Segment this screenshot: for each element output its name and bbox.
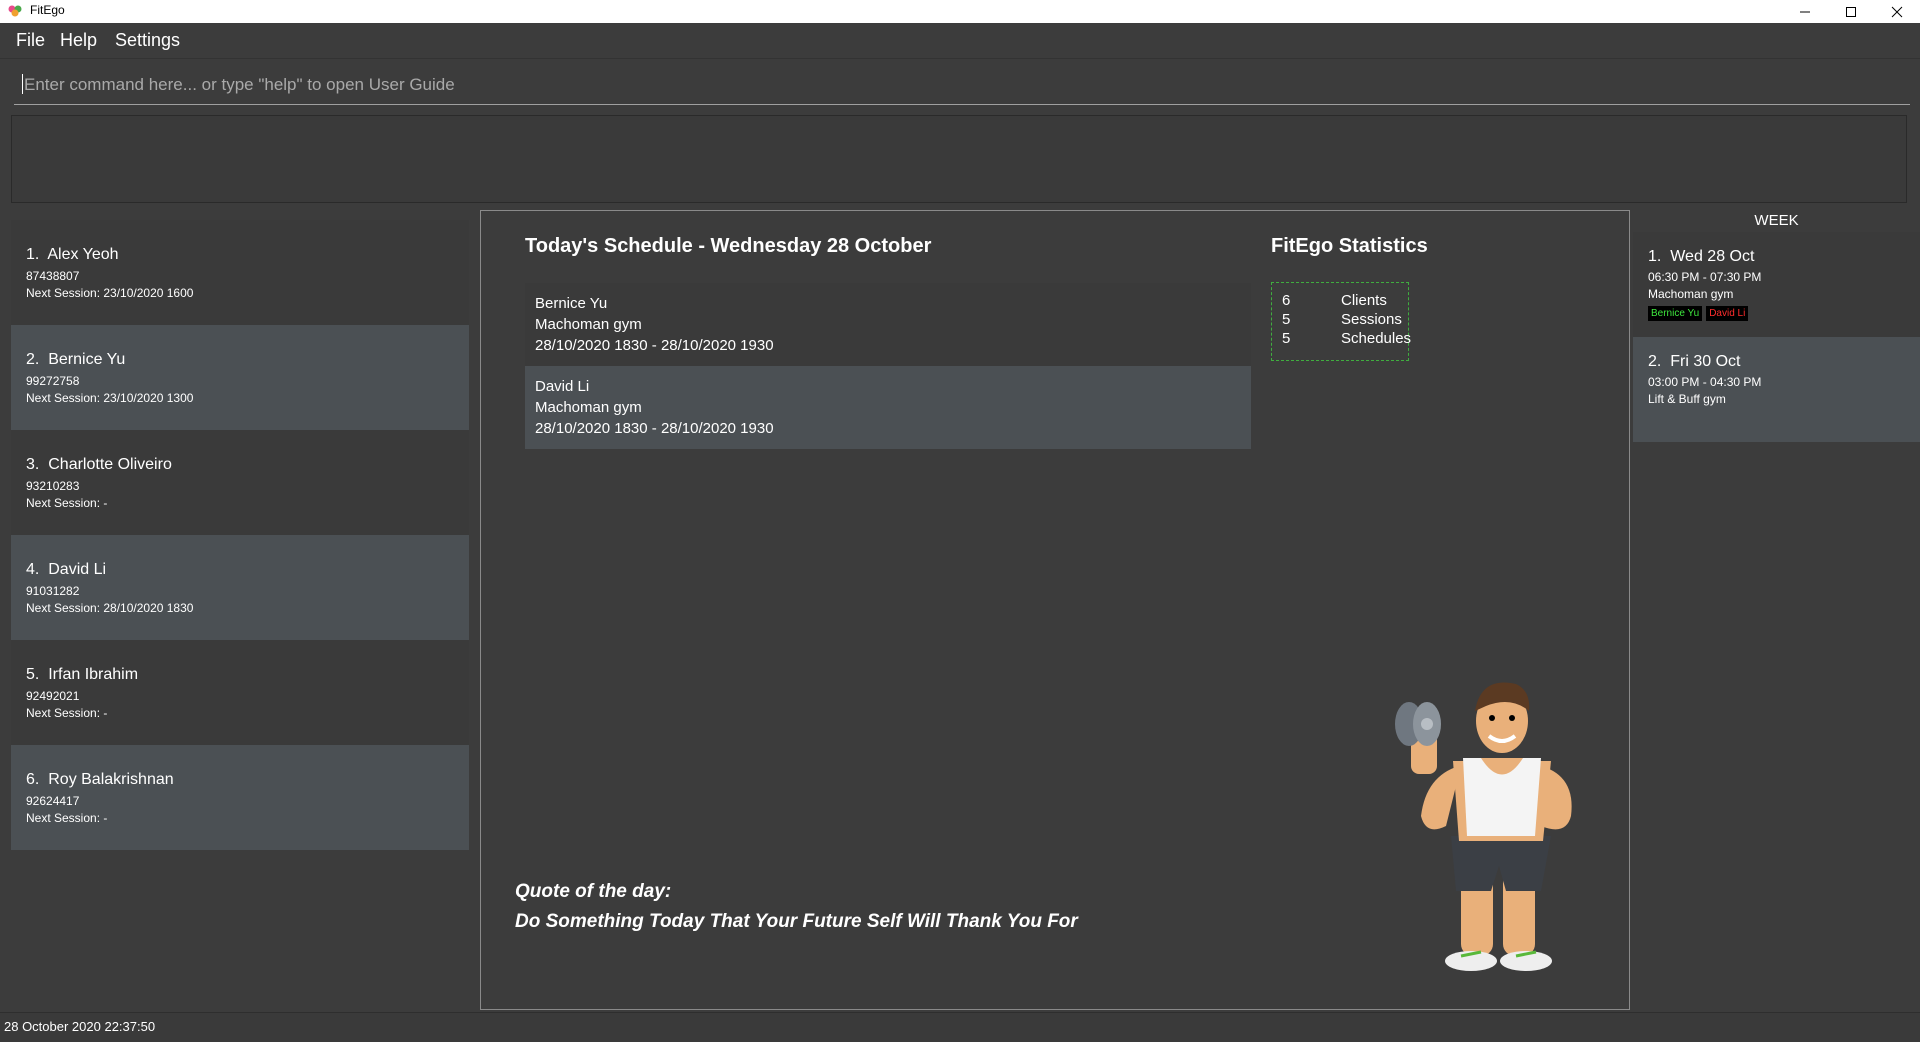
client-phone: 92492021 <box>26 689 80 703</box>
status-datetime: 28 October 2020 22:37:50 <box>4 1019 156 1034</box>
stat-value: 5 <box>1282 311 1291 328</box>
client-card[interactable]: 2. Bernice Yu 99272758 Next Session: 23/… <box>11 325 469 430</box>
week-gym: Machoman gym <box>1648 287 1734 301</box>
client-name: 3. Charlotte Oliveiro <box>26 456 172 473</box>
schedule-item[interactable]: Bernice Yu Machoman gym 28/10/2020 1830 … <box>525 283 1251 366</box>
stat-label: Sessions <box>1341 311 1402 328</box>
minimize-button[interactable] <box>1782 0 1828 23</box>
client-list[interactable]: 1. Alex Yeoh 87438807 Next Session: 23/1… <box>11 220 469 852</box>
week-panel[interactable]: WEEK 1. Wed 28 Oct 06:30 PM - 07:30 PM M… <box>1633 210 1920 1010</box>
stat-row: 6 Clients <box>1282 292 1408 311</box>
client-tag: Bernice Yu <box>1648 306 1703 321</box>
text-caret <box>22 74 23 94</box>
stats-box: 6 Clients 5 Sessions 5 Schedules <box>1271 282 1412 361</box>
client-name: 5. Irfan Ibrahim <box>26 666 139 683</box>
schedule-time: 28/10/2020 1830 - 28/10/2020 1930 <box>535 337 774 354</box>
window-title: FitEgo <box>30 3 65 17</box>
stats-title: FitEgo Statistics <box>1271 235 1428 257</box>
schedule-time: 28/10/2020 1830 - 28/10/2020 1930 <box>535 420 774 437</box>
client-name: 6. Roy Balakrishnan <box>26 771 174 788</box>
week-time: 03:00 PM - 04:30 PM <box>1648 375 1762 389</box>
schedule-client: David Li <box>535 378 590 395</box>
quote-text: Do Something Today That Your Future Self… <box>515 911 1078 932</box>
client-name: 1. Alex Yeoh <box>26 246 119 263</box>
minimize-icon <box>1800 11 1810 12</box>
client-phone: 87438807 <box>26 269 80 283</box>
menu-help[interactable]: Help <box>60 30 97 51</box>
stat-row: 5 Sessions <box>1282 311 1408 330</box>
client-phone: 93210283 <box>26 479 80 493</box>
menu-file[interactable]: File <box>16 30 45 51</box>
client-card[interactable]: 4. David Li 91031282 Next Session: 28/10… <box>11 535 469 640</box>
schedule-title: Today's Schedule - Wednesday 28 October <box>525 235 932 257</box>
stat-label: Clients <box>1341 292 1387 309</box>
client-card[interactable]: 3. Charlotte Oliveiro 93210283 Next Sess… <box>11 430 469 535</box>
client-phone: 92624417 <box>26 794 80 808</box>
title-bar: FitEgo <box>0 0 1920 23</box>
client-name: 2. Bernice Yu <box>26 351 126 368</box>
client-next-session: Next Session: 23/10/2020 1600 <box>26 286 194 300</box>
client-next-session: Next Session: - <box>26 496 108 510</box>
client-next-session: Next Session: 28/10/2020 1830 <box>26 601 194 615</box>
close-button[interactable] <box>1874 0 1920 23</box>
schedule-list[interactable]: Bernice Yu Machoman gym 28/10/2020 1830 … <box>525 283 1251 449</box>
client-phone: 99272758 <box>26 374 80 388</box>
stat-value: 5 <box>1282 330 1291 347</box>
week-session-card[interactable]: 2. Fri 30 Oct 03:00 PM - 04:30 PM Lift &… <box>1633 337 1920 442</box>
command-input[interactable] <box>22 70 1896 100</box>
client-name: 4. David Li <box>26 561 107 578</box>
status-bar: 28 October 2020 22:37:50 <box>0 1012 1920 1042</box>
week-day: 1. Wed 28 Oct <box>1648 248 1755 265</box>
result-display[interactable] <box>11 115 1907 203</box>
maximize-button[interactable] <box>1828 0 1874 23</box>
client-tags: Bernice Yu David Li <box>1648 306 1920 321</box>
client-next-session: Next Session: - <box>26 706 108 720</box>
stat-row: 5 Schedules <box>1282 330 1412 349</box>
client-next-session: Next Session: - <box>26 811 108 825</box>
schedule-item[interactable]: David Li Machoman gym 28/10/2020 1830 - … <box>525 366 1251 449</box>
schedule-gym: Machoman gym <box>535 399 642 416</box>
client-tag: David Li <box>1706 306 1749 321</box>
week-session-card[interactable]: 1. Wed 28 Oct 06:30 PM - 07:30 PM Machom… <box>1633 232 1920 337</box>
menu-settings[interactable]: Settings <box>115 30 180 51</box>
main-panel: Today's Schedule - Wednesday 28 October … <box>480 210 1630 1010</box>
week-time: 06:30 PM - 07:30 PM <box>1648 270 1762 284</box>
close-icon <box>1891 6 1903 17</box>
schedule-gym: Machoman gym <box>535 316 642 333</box>
command-box <box>14 64 1910 105</box>
week-gym: Lift & Buff gym <box>1648 392 1726 406</box>
week-header: WEEK <box>1754 212 1799 229</box>
app-logo-icon <box>8 5 22 17</box>
stat-label: Schedules <box>1341 330 1412 347</box>
week-day: 2. Fri 30 Oct <box>1648 353 1741 370</box>
maximize-icon <box>1846 6 1856 17</box>
schedule-client: Bernice Yu <box>535 295 608 312</box>
bodybuilder-mascot-image <box>1395 682 1572 971</box>
client-card[interactable]: 1. Alex Yeoh 87438807 Next Session: 23/1… <box>11 220 469 325</box>
stat-value: 6 <box>1282 292 1291 309</box>
client-card[interactable]: 5. Irfan Ibrahim 92492021 Next Session: … <box>11 640 469 745</box>
client-next-session: Next Session: 23/10/2020 1300 <box>26 391 194 405</box>
menu-bar: File Help Settings <box>0 23 1920 59</box>
client-phone: 91031282 <box>26 584 80 598</box>
quote-label: Quote of the day: <box>515 881 672 902</box>
client-card[interactable]: 6. Roy Balakrishnan 92624417 Next Sessio… <box>11 745 469 850</box>
